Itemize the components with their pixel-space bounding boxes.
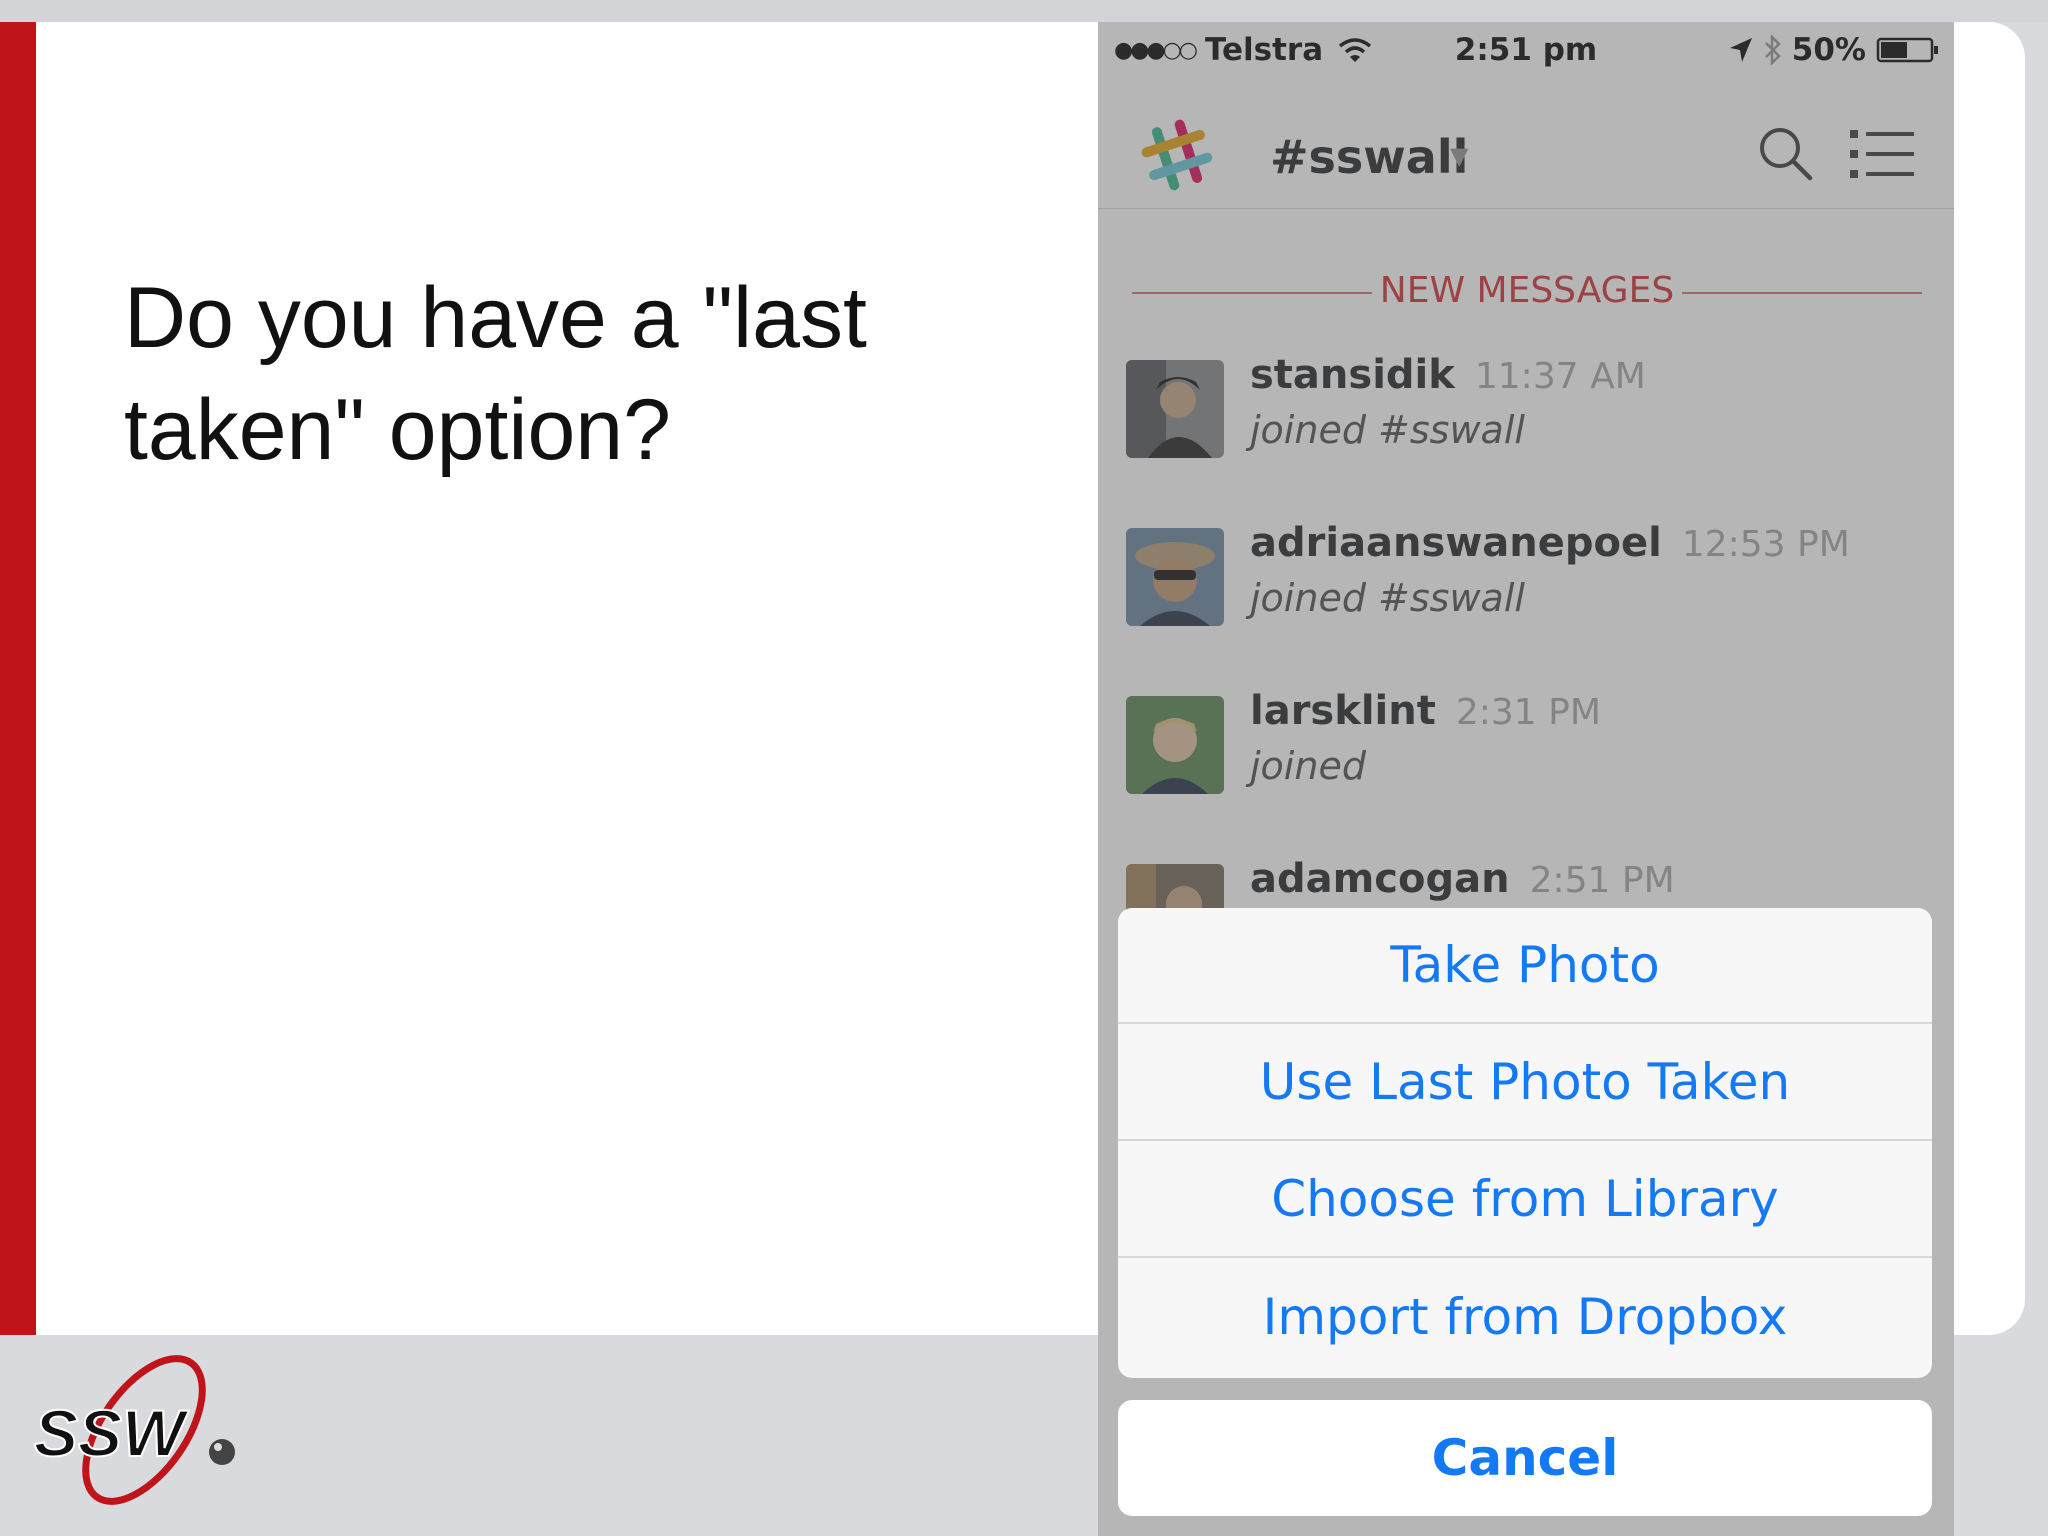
slide-top-strip: [0, 0, 2048, 22]
ssw-logo-text: SSW: [34, 1396, 189, 1470]
phone-screenshot: ●●●○○ Telstra 2:51 pm 50% #sswall ▼ NEW …: [1098, 22, 1954, 1536]
use-last-photo-button[interactable]: Use Last Photo Taken: [1118, 1025, 1932, 1141]
slide-question: Do you have a "last taken" option?: [124, 270, 867, 478]
ssw-logo: SSW: [33, 1355, 235, 1505]
choose-from-library-button[interactable]: Choose from Library: [1118, 1142, 1932, 1258]
cancel-button[interactable]: Cancel: [1118, 1400, 1932, 1516]
photo-action-sheet: Take Photo Use Last Photo Taken Choose f…: [1118, 908, 1932, 1378]
import-from-dropbox-button[interactable]: Import from Dropbox: [1118, 1259, 1932, 1375]
take-photo-button[interactable]: Take Photo: [1118, 908, 1932, 1024]
slide-accent-bar: [0, 22, 36, 1335]
